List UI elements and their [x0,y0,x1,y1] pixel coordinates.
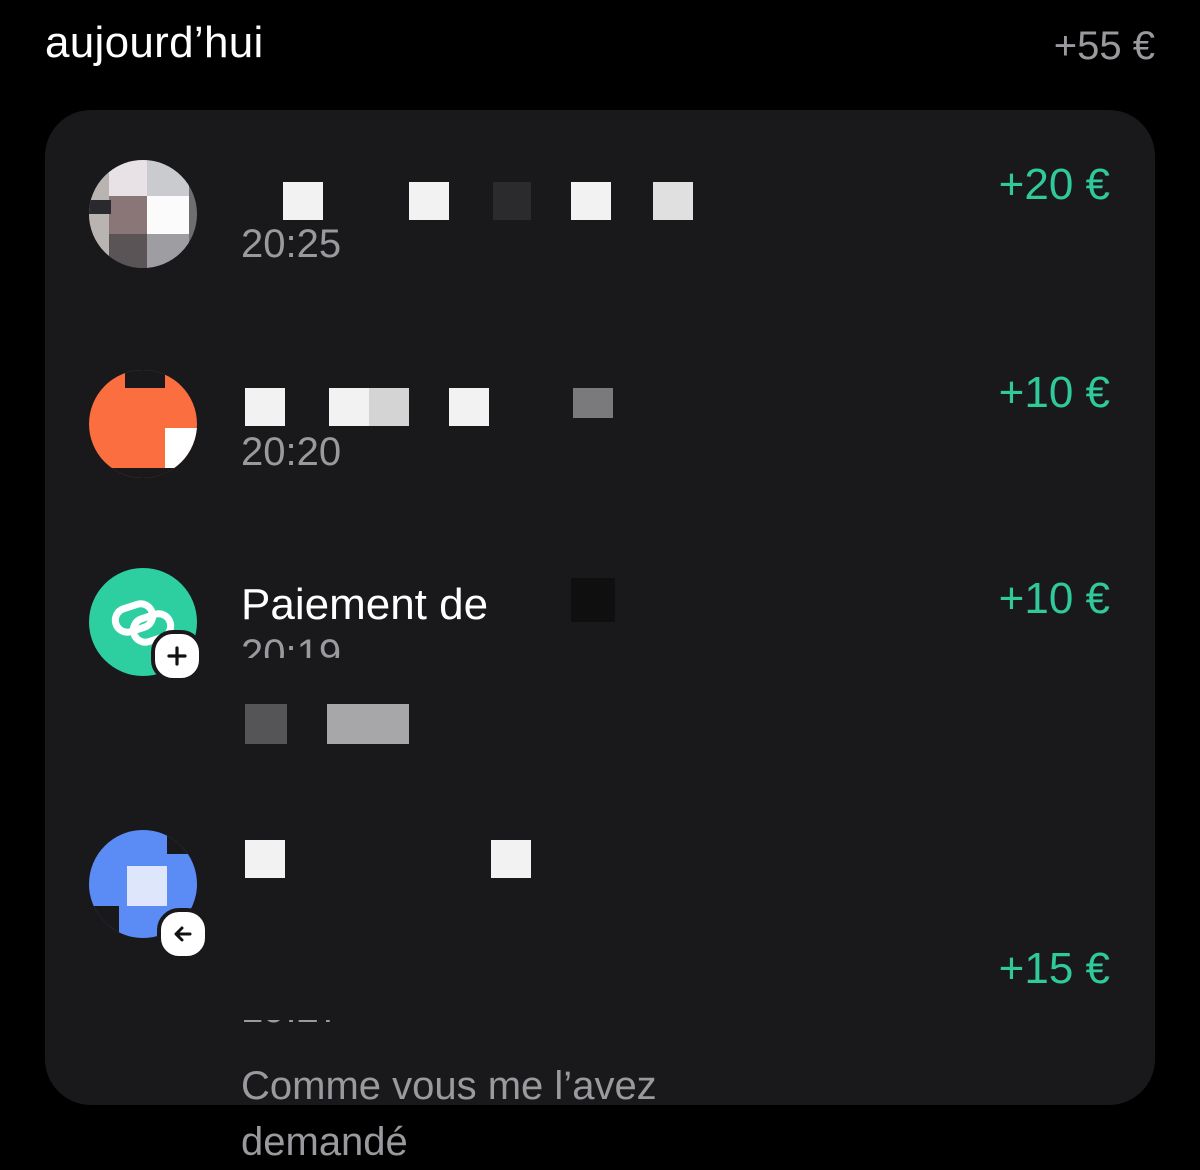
transaction-amount: +15 € [998,944,1110,993]
transactions-card: 20:25 +20 € 20:20 +10 € Paiement de 20:1… [45,110,1155,1164]
avatar [89,830,209,960]
section-title: aujourd’hui [45,18,264,67]
transaction-amount: +10 € [998,368,1110,417]
section-header: aujourd’hui +55 € [45,18,1155,78]
transaction-time: 20:19 [241,632,342,658]
avatar [89,160,197,268]
redacted-block [571,578,615,622]
redacted-block [245,704,287,744]
transaction-time: 20:25 [241,222,342,266]
redacted-block [327,704,409,744]
transaction-amount: +10 € [998,574,1110,623]
transaction-time: 20:20 [241,430,342,474]
plus-icon [151,630,203,682]
section-total: +55 € [1053,24,1155,68]
transaction-row[interactable]: Paiement de 20:19 +10 € [45,530,1155,770]
transaction-title: Paiement de [241,580,489,629]
transaction-time: 19:27 [241,1020,341,1046]
avatar [89,568,203,682]
arrow-left-icon [157,908,209,960]
transaction-note: Comme vous me l’avez demandé [241,1064,657,1164]
transaction-row[interactable]: 20:20 +10 € [45,320,1155,520]
transaction-row[interactable]: 20:25 +20 € [45,110,1155,310]
transaction-row[interactable]: 19:27 Comme vous me l’avez demandé +15 € [45,800,1155,1164]
transaction-amount: +20 € [998,160,1110,209]
avatar [89,370,197,478]
